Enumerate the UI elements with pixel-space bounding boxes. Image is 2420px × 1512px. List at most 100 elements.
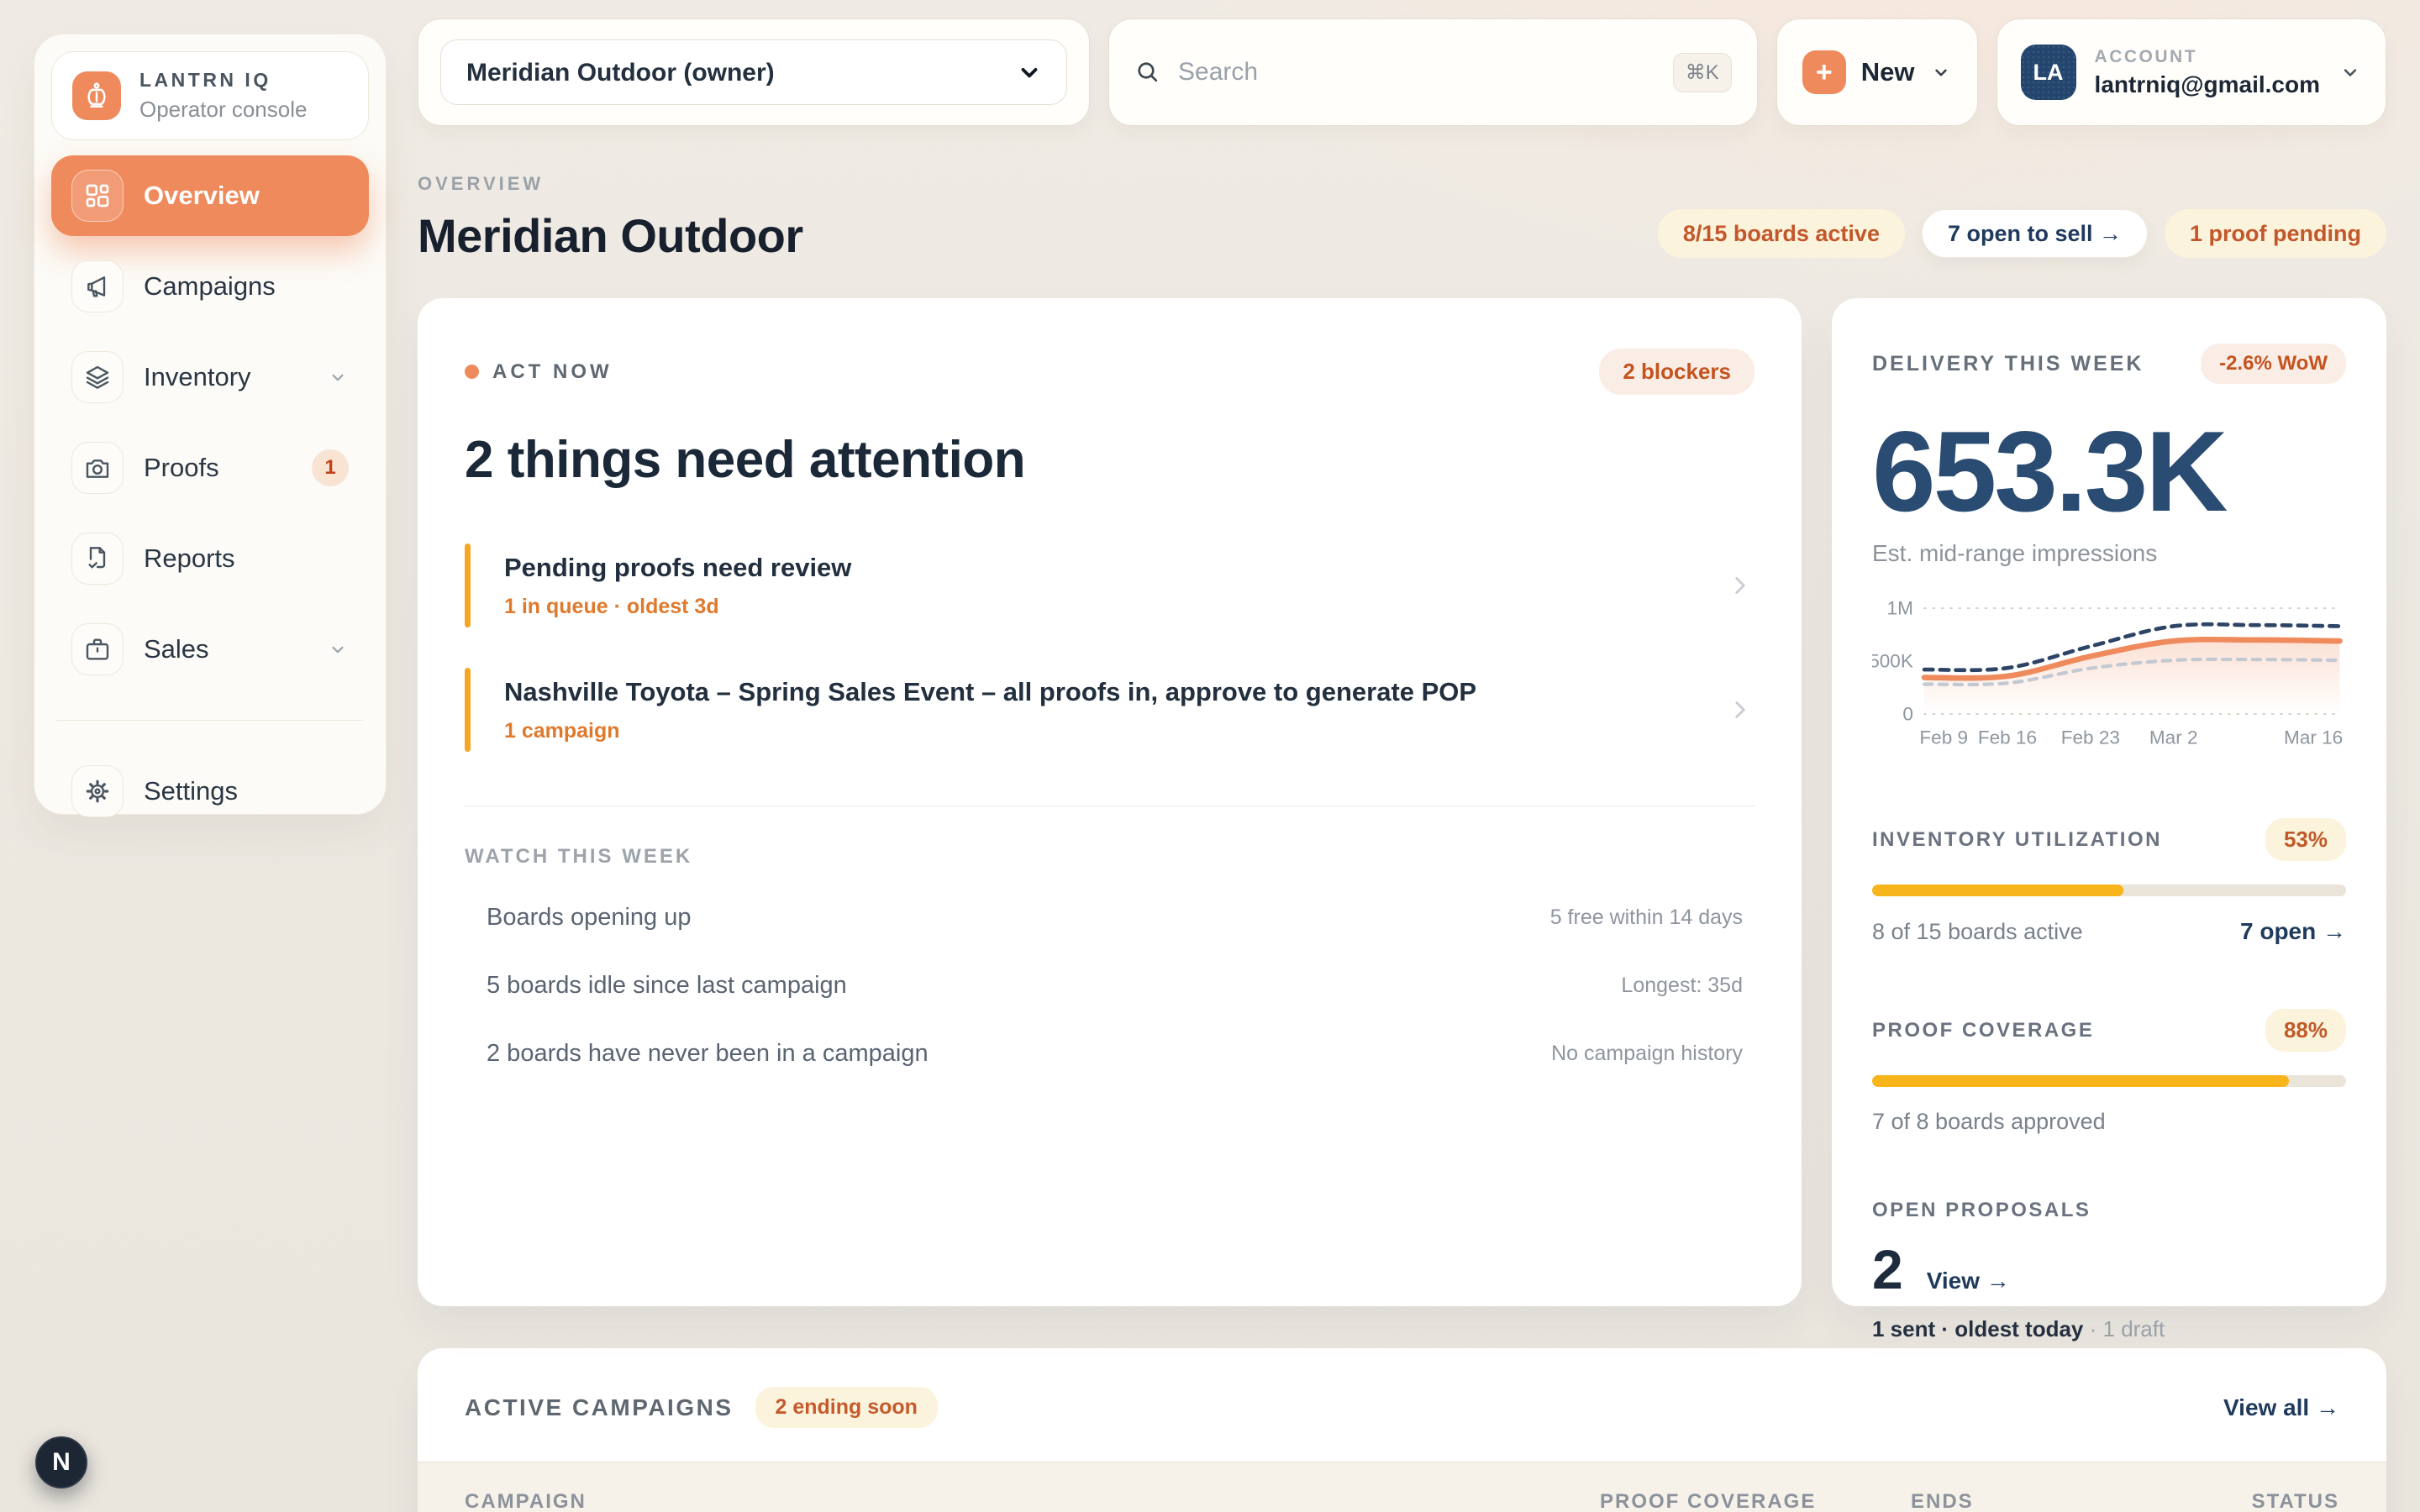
attention-heading: 2 things need attention: [465, 430, 1754, 490]
watch-heading: WATCH THIS WEEK: [465, 845, 1754, 869]
keyboard-shortcut-badge: ⌘K: [1673, 53, 1732, 92]
open-to-sell-pill[interactable]: 7 open to sell →: [1922, 209, 2148, 258]
sidebar-item-label: Inventory: [144, 362, 307, 392]
proofs-count-badge: 1: [312, 449, 349, 486]
sidebar-item-label: Campaigns: [144, 271, 349, 302]
sidebar-item-reports[interactable]: Reports: [51, 518, 369, 599]
overview-grid-icon: [71, 170, 124, 222]
proof-percent-badge: 88%: [2265, 1009, 2346, 1052]
sidebar-nav: Overview Campaigns Inventory: [51, 155, 369, 832]
sidebar-item-inventory[interactable]: Inventory: [51, 337, 369, 417]
column-ends: ENDS: [1911, 1490, 2146, 1512]
sidebar-item-label: Reports: [144, 543, 349, 574]
attention-item-campaign[interactable]: Nashville Toyota – Spring Sales Event – …: [465, 668, 1754, 752]
act-now-label: ACT NOW: [492, 360, 613, 384]
view-proposals-link[interactable]: View →: [1927, 1268, 2010, 1294]
floating-n-button[interactable]: N: [35, 1436, 87, 1488]
inventory-utilization-heading: INVENTORY UTILIZATION: [1872, 828, 2162, 852]
dashboard-grid: ACT NOW 2 blockers 2 things need attenti…: [418, 298, 2386, 1306]
svg-text:500K: 500K: [1872, 651, 1913, 672]
attention-item-title: Pending proofs need review: [504, 553, 1709, 583]
column-proof-coverage: PROOF COVERAGE: [1600, 1490, 1911, 1512]
attention-item-meta: 1 campaign: [504, 719, 1709, 743]
chevron-down-icon: [2338, 60, 2362, 84]
delivery-card: DELIVERY THIS WEEK -2.6% WoW 653.3K Est.…: [1832, 298, 2386, 1306]
open-proposals-section: OPEN PROPOSALS 2 View → 1 sent · oldest …: [1872, 1199, 2346, 1342]
utilization-progress-bar: [1872, 885, 2346, 896]
watch-list: Boards opening up 5 free within 14 days …: [465, 904, 1754, 1068]
page-title-block: OVERVIEW Meridian Outdoor: [418, 173, 803, 263]
sidebar-item-overview[interactable]: Overview: [51, 155, 369, 236]
org-selector-card: Meridian Outdoor (owner): [418, 18, 1090, 126]
watch-value: Longest: 35d: [1621, 974, 1743, 998]
briefcase-icon: [71, 623, 124, 675]
open-proposals-heading: OPEN PROPOSALS: [1872, 1199, 2346, 1222]
proposals-meta: 1 sent · oldest today · 1 draft: [1872, 1316, 2346, 1342]
watch-label: Boards opening up: [487, 904, 691, 932]
app-subtitle: Operator console: [139, 97, 307, 123]
attention-item-proofs[interactable]: Pending proofs need review 1 in queue · …: [465, 543, 1754, 627]
view-all-link[interactable]: View all →: [2223, 1394, 2339, 1421]
sidebar-item-label: Sales: [144, 634, 307, 664]
chevron-right-icon: [1726, 696, 1754, 724]
breadcrumb: OVERVIEW: [418, 173, 803, 195]
sidebar-item-sales[interactable]: Sales: [51, 609, 369, 690]
sidebar-item-campaigns[interactable]: Campaigns: [51, 246, 369, 327]
utilization-caption: 8 of 15 boards active: [1872, 919, 2083, 945]
chevron-down-icon: [1930, 61, 1952, 83]
status-dot-icon: [465, 365, 479, 379]
proof-coverage-section: PROOF COVERAGE 88% 7 of 8 boards approve…: [1872, 1009, 2346, 1135]
watch-label: 5 boards idle since last campaign: [487, 972, 847, 1000]
page-title: Meridian Outdoor: [418, 208, 803, 263]
svg-text:Feb 16: Feb 16: [1978, 727, 2037, 748]
account-menu[interactable]: LA ACCOUNT lantrniq@gmail.com: [1996, 18, 2386, 126]
search-icon: [1134, 59, 1161, 86]
watch-label: 2 boards have never been in a campaign: [487, 1040, 929, 1068]
sidebar-divider: [56, 720, 364, 721]
delivery-chart: 1M500K0Feb 9Feb 16Feb 23Mar 2Mar 16: [1872, 596, 2346, 754]
campaigns-heading: ACTIVE CAMPAIGNS: [465, 1394, 734, 1421]
attention-item-meta: 1 in queue · oldest 3d: [504, 595, 1709, 619]
wow-badge: -2.6% WoW: [2201, 344, 2346, 384]
account-text-block: ACCOUNT lantrniq@gmail.com: [2095, 47, 2320, 98]
table-header: CAMPAIGN PROOF COVERAGE ENDS STATUS: [418, 1462, 2386, 1512]
svg-text:1M: 1M: [1887, 598, 1913, 619]
sidebar-item-label: Settings: [144, 776, 349, 806]
topbar: Meridian Outdoor (owner) ⌘K + New LA ACC…: [418, 18, 2386, 126]
ending-soon-badge: 2 ending soon: [755, 1387, 938, 1428]
column-status: STATUS: [2146, 1490, 2339, 1512]
file-check-icon: [71, 533, 124, 585]
avatar: LA: [2021, 45, 2076, 100]
header-pills: 8/15 boards active 7 open to sell → 1 pr…: [1658, 209, 2386, 263]
watch-row: Boards opening up 5 free within 14 days: [465, 904, 1754, 932]
inventory-utilization-section: INVENTORY UTILIZATION 53% 8 of 15 boards…: [1872, 818, 2346, 945]
open-boards-link[interactable]: 7 open →: [2240, 918, 2346, 945]
account-email: lantrniq@gmail.com: [2095, 71, 2320, 98]
watch-row: 2 boards have never been in a campaign N…: [465, 1040, 1754, 1068]
new-button[interactable]: + New: [1776, 18, 1978, 126]
proposals-count: 2: [1872, 1237, 1903, 1301]
watch-row: 5 boards idle since last campaign Longes…: [465, 972, 1754, 1000]
attention-list: Pending proofs need review 1 in queue · …: [465, 543, 1754, 752]
proof-caption: 7 of 8 boards approved: [1872, 1109, 2106, 1135]
accent-bar: [465, 668, 471, 752]
delivery-header: DELIVERY THIS WEEK -2.6% WoW: [1872, 344, 2346, 384]
attention-item-title: Nashville Toyota – Spring Sales Event – …: [504, 677, 1709, 707]
sidebar-item-proofs[interactable]: Proofs 1: [51, 428, 369, 508]
boards-active-pill: 8/15 boards active: [1658, 209, 1905, 258]
blockers-badge: 2 blockers: [1599, 349, 1754, 395]
watch-value: No campaign history: [1551, 1042, 1743, 1066]
account-label: ACCOUNT: [2095, 47, 2320, 67]
org-select[interactable]: Meridian Outdoor (owner): [440, 39, 1067, 105]
sidebar-item-settings[interactable]: Settings: [51, 751, 369, 832]
chevron-down-icon: [327, 638, 349, 660]
act-now-card: ACT NOW 2 blockers 2 things need attenti…: [418, 298, 1802, 1306]
layers-icon: [71, 351, 124, 403]
proof-progress-bar: [1872, 1075, 2346, 1087]
svg-text:Mar 2: Mar 2: [2149, 727, 2198, 748]
svg-text:Mar 16: Mar 16: [2284, 727, 2343, 748]
act-now-header: ACT NOW 2 blockers: [465, 349, 1754, 395]
app-logo-card: LANTRN IQ Operator console: [51, 51, 369, 140]
chevron-right-icon: [1726, 571, 1754, 600]
search-input[interactable]: [1178, 58, 1656, 87]
